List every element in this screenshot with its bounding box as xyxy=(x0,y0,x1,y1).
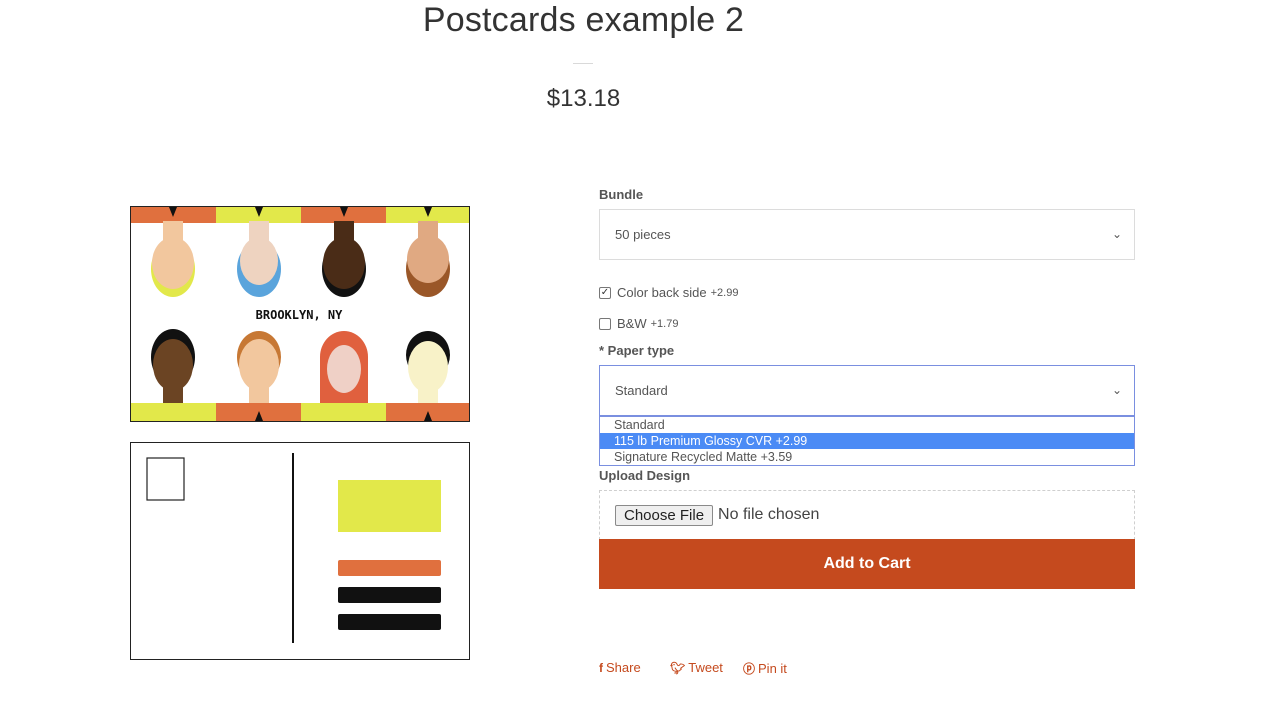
paper-type-select[interactable]: Standard ⌄ xyxy=(599,365,1135,416)
color-back-option[interactable]: ✓ Color back side +2.99 xyxy=(599,285,738,300)
share-label: Share xyxy=(606,660,641,675)
chevron-down-icon: ⌄ xyxy=(1111,383,1122,397)
paper-type-value: Standard xyxy=(615,383,668,398)
postcard-front-image[interactable]: BROOKLYN, NY xyxy=(130,206,470,422)
bundle-label: Bundle xyxy=(599,187,644,202)
paper-option-standard[interactable]: Standard xyxy=(600,417,1134,433)
twitter-icon: 🐦︎ xyxy=(670,660,686,675)
pin-link[interactable]: ⓟ Pin it xyxy=(743,660,787,677)
tweet-label: Tweet xyxy=(688,660,723,675)
front-caption: BROOKLYN, NY xyxy=(256,308,343,322)
black-line-2 xyxy=(338,614,441,630)
pinterest-icon: ⓟ xyxy=(743,662,756,676)
chevron-down-icon: ⌄ xyxy=(1111,227,1122,241)
pin-label: Pin it xyxy=(758,661,787,676)
paper-option-premium-glossy[interactable]: 115 lb Premium Glossy CVR +2.99 xyxy=(600,433,1134,449)
title-divider xyxy=(573,63,593,64)
bundle-value: 50 pieces xyxy=(615,227,671,242)
bw-checkbox[interactable] xyxy=(599,317,611,330)
color-back-checkbox[interactable]: ✓ xyxy=(599,286,611,299)
bw-option[interactable]: B&W +1.79 xyxy=(599,316,678,331)
top-row-figures xyxy=(131,207,469,297)
black-line-1 xyxy=(338,587,441,603)
color-back-label: Color back side xyxy=(617,285,707,300)
color-back-price: +2.99 xyxy=(710,286,739,299)
upload-design-field[interactable]: Choose File No file chosen xyxy=(599,490,1135,540)
orange-line xyxy=(338,560,441,576)
bw-price: +1.79 xyxy=(650,317,679,330)
bw-label: B&W xyxy=(617,316,647,331)
paper-type-label: * Paper type xyxy=(599,343,675,358)
paper-type-dropdown[interactable]: Standard 115 lb Premium Glossy CVR +2.99… xyxy=(599,416,1135,466)
add-to-cart-button[interactable]: Add to Cart xyxy=(599,539,1135,589)
postcard-front-art: BROOKLYN, NY xyxy=(131,207,469,421)
postcard-back-image[interactable] xyxy=(130,442,470,660)
yellow-block xyxy=(338,480,441,532)
product-price: $13.18 xyxy=(546,85,621,112)
paper-option-recycled-matte[interactable]: Signature Recycled Matte +3.59 xyxy=(600,449,1134,465)
stamp-box xyxy=(146,457,185,501)
bottom-row-figures xyxy=(131,329,469,421)
bundle-select[interactable]: 50 pieces ⌄ xyxy=(599,209,1135,260)
postcard-back-art xyxy=(146,453,441,643)
tweet-link[interactable]: 🐦︎ Tweet xyxy=(670,660,723,675)
choose-file-button[interactable]: Choose File xyxy=(615,504,714,526)
facebook-icon: f xyxy=(599,660,603,675)
upload-design-label: Upload Design xyxy=(599,468,691,483)
page-title: Postcards example 2 xyxy=(422,1,745,39)
file-status: No file chosen xyxy=(718,506,820,523)
share-link[interactable]: f Share xyxy=(599,660,641,675)
